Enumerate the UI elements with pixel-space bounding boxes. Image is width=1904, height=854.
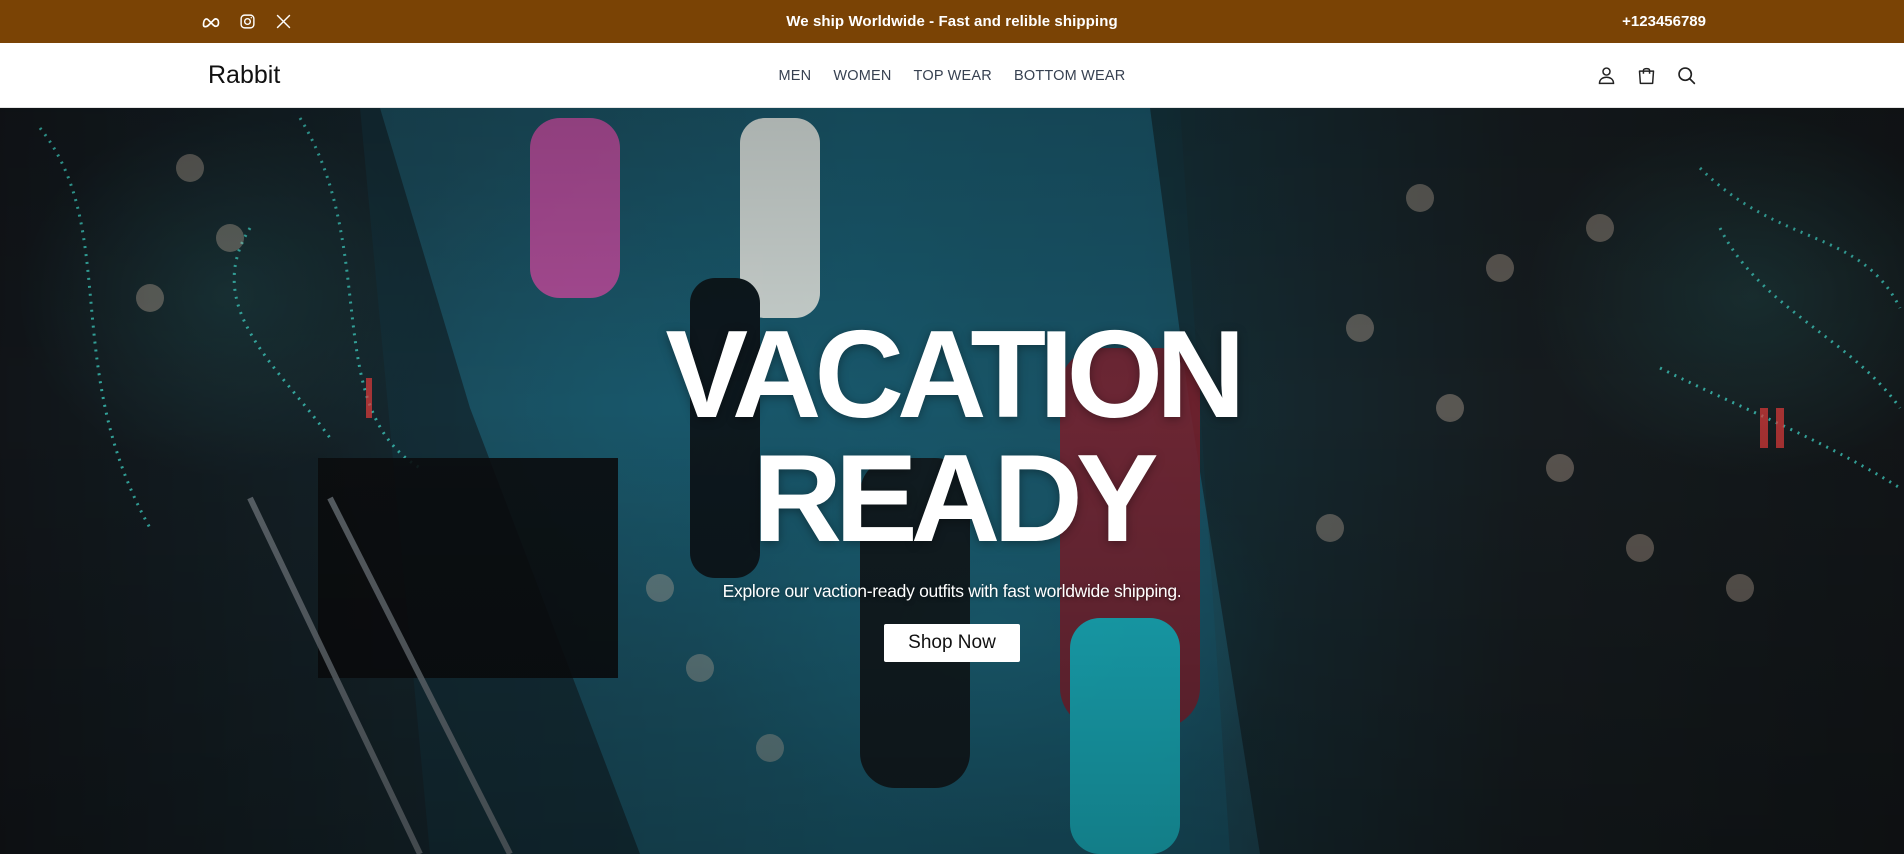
hero-subtitle: Explore our vaction-ready outfits with f…	[722, 581, 1182, 601]
user-icon[interactable]	[1595, 65, 1617, 87]
search-icon[interactable]	[1675, 65, 1697, 87]
header-actions	[1595, 43, 1697, 108]
hero-title-line-1: VACATION	[665, 306, 1245, 444]
shopping-bag-icon[interactable]	[1635, 65, 1657, 87]
announcement-bar: We ship Worldwide - Fast and relible shi…	[0, 0, 1904, 43]
hero-banner: VACATION READY Explore our vaction-ready…	[0, 108, 1904, 854]
nav-link-bottom-wear[interactable]: BOTTOM WEAR	[1014, 68, 1126, 84]
hero-title-line-2: READY	[752, 430, 1158, 568]
nav-link-top-wear[interactable]: TOP WEAR	[914, 68, 992, 84]
nav-link-men[interactable]: MEN	[779, 68, 812, 84]
nav-link-women[interactable]: WOMEN	[833, 68, 891, 84]
hero-title: VACATION READY	[665, 306, 1245, 568]
shop-now-button[interactable]: Shop Now	[884, 624, 1020, 662]
phone-number[interactable]: +123456789	[1622, 0, 1706, 43]
hero-content: VACATION READY Explore our vaction-ready…	[0, 108, 1904, 854]
shipping-announcement: We ship Worldwide - Fast and relible shi…	[786, 13, 1118, 30]
main-navbar: Rabbit MEN WOMEN TOP WEAR BOTTOM WEAR	[0, 43, 1904, 108]
